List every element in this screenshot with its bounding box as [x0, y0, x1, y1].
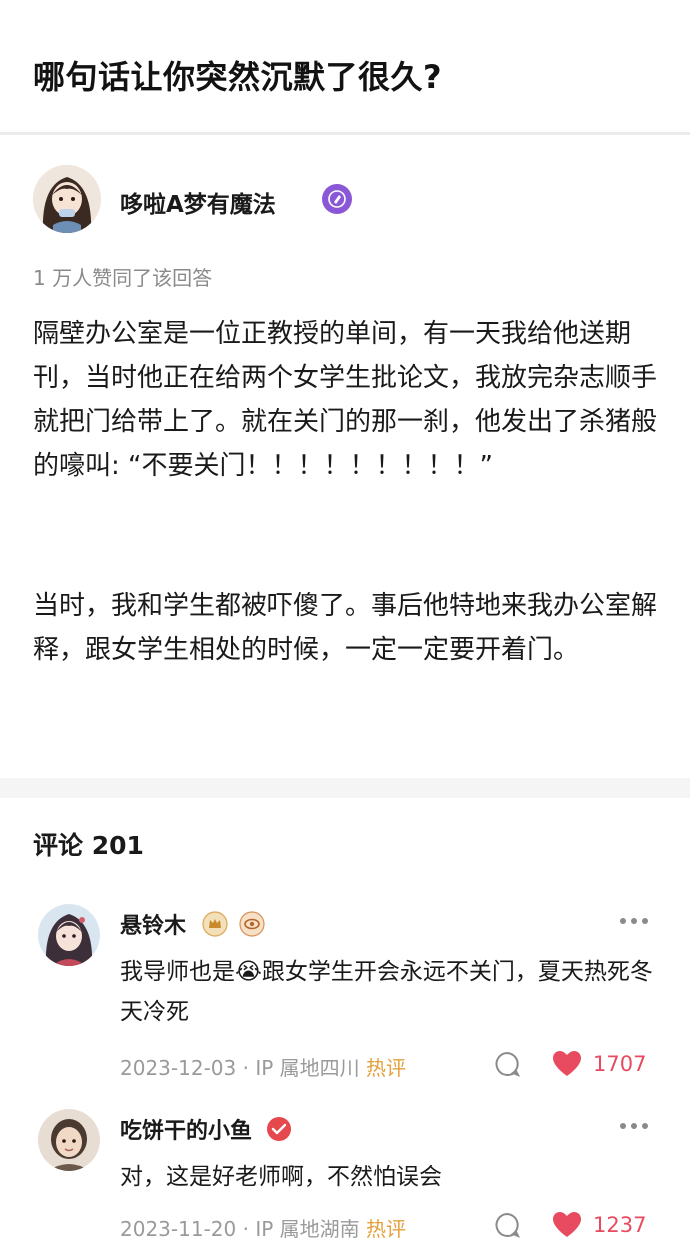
comment-ip: IP 属地湖南	[255, 1217, 360, 1241]
pen-badge-icon	[322, 184, 352, 214]
commenter-name-text[interactable]: 悬铃木	[120, 914, 186, 939]
comment-text-part: 我导师也是	[120, 959, 235, 985]
likes-note: 1 万人赞同了该回答	[33, 266, 213, 290]
author-row[interactable]: 哆啦A梦有魔法	[0, 160, 690, 242]
heart-like-icon[interactable]	[552, 1211, 582, 1243]
reply-icon[interactable]	[493, 1211, 521, 1243]
commenter-avatar[interactable]	[38, 1109, 100, 1171]
verified-check-icon	[266, 1116, 292, 1148]
comment-meta: 2023-12-03 · IP 属地四川 热评	[120, 1052, 406, 1081]
reply-icon[interactable]	[493, 1050, 521, 1082]
hot-comment-tag: 热评	[366, 1217, 406, 1241]
comments-title: 评论 201	[33, 831, 144, 860]
commenter-avatar[interactable]	[38, 904, 100, 966]
answer-paragraph: 当时，我和学生都被吓傻了。事后他特地来我办公室解释，跟女学生相处的时候，一定一定…	[33, 591, 658, 665]
heart-like-icon[interactable]	[552, 1050, 582, 1082]
commenter-name-text[interactable]: 吃饼干的小鱼	[120, 1119, 252, 1144]
crying-emoji-icon: 😭	[235, 959, 262, 985]
question-title[interactable]: 哪句话让你突然沉默了很久?	[33, 52, 442, 98]
like-count: 1707	[593, 1052, 647, 1076]
commenter-name[interactable]: 吃饼干的小鱼	[120, 1113, 292, 1148]
more-options-icon[interactable]	[618, 1123, 650, 1131]
crown-badge-icon	[202, 911, 228, 943]
hot-comment-tag: 热评	[366, 1056, 406, 1080]
comment-ip: IP 属地四川	[255, 1056, 360, 1080]
more-options-icon[interactable]	[618, 918, 650, 926]
author-name[interactable]: 哆啦A梦有魔法	[120, 185, 276, 219]
meta-separator: ·	[236, 1217, 256, 1241]
comment-meta: 2023-11-20 · IP 属地湖南 热评	[120, 1213, 406, 1242]
header-divider	[0, 132, 690, 135]
meta-separator: ·	[236, 1056, 256, 1080]
comment-text: 我导师也是😭跟女学生开会永远不关门，夏天热死冬天冷死	[120, 952, 660, 1032]
like-count: 1237	[593, 1213, 647, 1237]
commenter-name[interactable]: 悬铃木	[120, 908, 265, 943]
eye-badge-icon	[239, 911, 265, 943]
author-avatar[interactable]	[33, 165, 101, 233]
comment-date: 2023-11-20	[120, 1217, 237, 1241]
section-divider	[0, 778, 690, 798]
comment-text: 对，这是好老师啊，不然怕误会	[120, 1164, 442, 1190]
question-header: 哪句话让你突然沉默了很久?	[0, 0, 690, 132]
answer-paragraph: 隔壁办公室是一位正教授的单间，有一天我给他送期刊，当时他正在给两个女学生批论文，…	[33, 319, 658, 481]
comment-date: 2023-12-03	[120, 1056, 237, 1080]
